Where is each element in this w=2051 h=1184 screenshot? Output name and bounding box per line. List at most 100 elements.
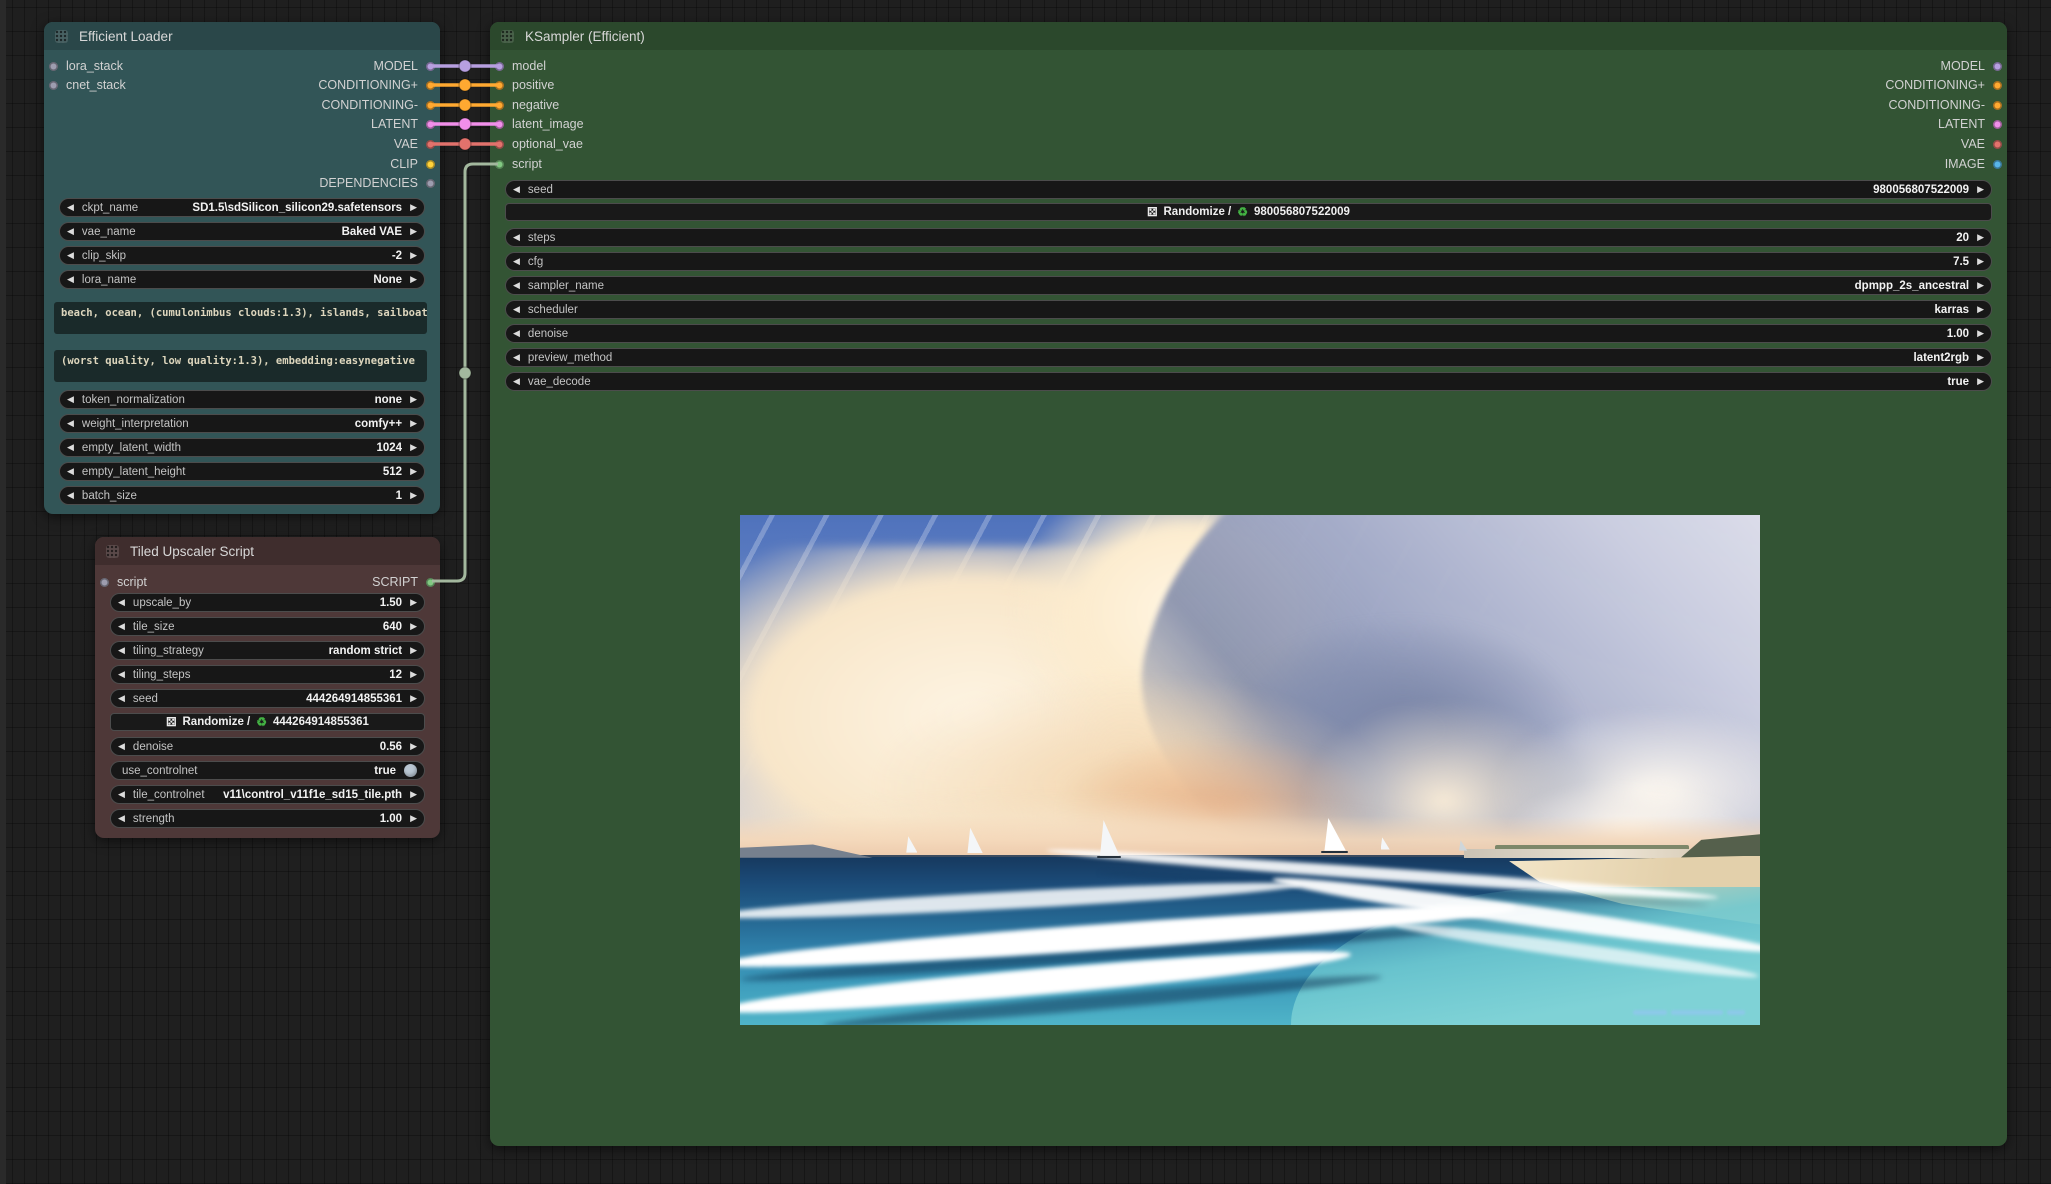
slot-dot[interactable] bbox=[426, 101, 435, 110]
output-slot-conditioning-minus[interactable]: CONDITIONING- bbox=[321, 96, 435, 114]
wire-midpoint-dot[interactable] bbox=[459, 118, 471, 130]
decrement-arrow-icon[interactable]: ◀ bbox=[67, 467, 74, 476]
output-slot-image[interactable]: IMAGE bbox=[1945, 155, 2002, 173]
slot-dot[interactable] bbox=[495, 120, 504, 129]
widget-seed[interactable]: ◀ seed 980056807522009 ▶ bbox=[505, 180, 1992, 199]
increment-arrow-icon[interactable]: ▶ bbox=[1977, 329, 1984, 338]
decrement-arrow-icon[interactable]: ◀ bbox=[118, 790, 125, 799]
widget-use-controlnet[interactable]: use_controlnet true bbox=[110, 761, 425, 780]
increment-arrow-icon[interactable]: ▶ bbox=[1977, 185, 1984, 194]
slot-dot[interactable] bbox=[426, 120, 435, 129]
output-slot-conditioning-plus[interactable]: CONDITIONING+ bbox=[1885, 76, 2002, 94]
output-slot-vae[interactable]: VAE bbox=[1961, 135, 2002, 153]
decrement-arrow-icon[interactable]: ◀ bbox=[67, 203, 74, 212]
increment-arrow-icon[interactable]: ▶ bbox=[410, 790, 417, 799]
node-header-tiled-upscaler[interactable]: Tiled Upscaler Script bbox=[95, 537, 440, 565]
widget-cfg[interactable]: ◀ cfg 7.5 ▶ bbox=[505, 252, 1992, 271]
generated-image-preview[interactable] bbox=[740, 515, 1760, 1025]
input-slot-script[interactable]: script bbox=[100, 573, 147, 591]
increment-arrow-icon[interactable]: ▶ bbox=[410, 622, 417, 631]
increment-arrow-icon[interactable]: ▶ bbox=[410, 203, 417, 212]
widget-tiling-steps[interactable]: ◀ tiling_steps 12 ▶ bbox=[110, 665, 425, 684]
output-slot-conditioning-minus[interactable]: CONDITIONING- bbox=[1888, 96, 2002, 114]
decrement-arrow-icon[interactable]: ◀ bbox=[513, 257, 520, 266]
increment-arrow-icon[interactable]: ▶ bbox=[410, 419, 417, 428]
increment-arrow-icon[interactable]: ▶ bbox=[410, 742, 417, 751]
slot-dot[interactable] bbox=[426, 578, 435, 587]
widget-vae-decode[interactable]: ◀ vae_decode true ▶ bbox=[505, 372, 1992, 391]
widget-weight-interpretation[interactable]: ◀ weight_interpretation comfy++ ▶ bbox=[59, 414, 425, 433]
slot-dot[interactable] bbox=[426, 160, 435, 169]
decrement-arrow-icon[interactable]: ◀ bbox=[67, 275, 74, 284]
increment-arrow-icon[interactable]: ▶ bbox=[410, 670, 417, 679]
slot-dot[interactable] bbox=[1993, 101, 2002, 110]
node-ksampler-efficient[interactable]: KSampler (Efficient) model positive nega… bbox=[490, 22, 2007, 1146]
slot-dot[interactable] bbox=[49, 81, 58, 90]
decrement-arrow-icon[interactable]: ◀ bbox=[513, 233, 520, 242]
output-slot-latent[interactable]: LATENT bbox=[371, 115, 435, 133]
randomize-seed-button[interactable]: ⚄ Randomize / ♻ 980056807522009 bbox=[505, 203, 1992, 221]
output-slot-clip[interactable]: CLIP bbox=[390, 155, 435, 173]
increment-arrow-icon[interactable]: ▶ bbox=[1977, 377, 1984, 386]
output-slot-latent[interactable]: LATENT bbox=[1938, 115, 2002, 133]
decrement-arrow-icon[interactable]: ◀ bbox=[513, 281, 520, 290]
collapse-icon[interactable] bbox=[55, 30, 68, 43]
widget-seed[interactable]: ◀ seed 444264914855361 ▶ bbox=[110, 689, 425, 708]
slot-dot[interactable] bbox=[1993, 62, 2002, 71]
slot-dot[interactable] bbox=[49, 62, 58, 71]
decrement-arrow-icon[interactable]: ◀ bbox=[67, 251, 74, 260]
negative-prompt-textarea[interactable]: (worst quality, low quality:1.3), embedd… bbox=[54, 350, 427, 382]
slot-dot[interactable] bbox=[1993, 140, 2002, 149]
node-header-ksampler[interactable]: KSampler (Efficient) bbox=[490, 22, 2007, 50]
widget-batch-size[interactable]: ◀ batch_size 1 ▶ bbox=[59, 486, 425, 505]
slot-dot[interactable] bbox=[426, 62, 435, 71]
increment-arrow-icon[interactable]: ▶ bbox=[410, 275, 417, 284]
decrement-arrow-icon[interactable]: ◀ bbox=[118, 646, 125, 655]
slot-dot[interactable] bbox=[495, 62, 504, 71]
decrement-arrow-icon[interactable]: ◀ bbox=[118, 670, 125, 679]
increment-arrow-icon[interactable]: ▶ bbox=[1977, 305, 1984, 314]
widget-empty-latent-height[interactable]: ◀ empty_latent_height 512 ▶ bbox=[59, 462, 425, 481]
widget-token-normalization[interactable]: ◀ token_normalization none ▶ bbox=[59, 390, 425, 409]
wire-midpoint-dot[interactable] bbox=[459, 367, 471, 379]
increment-arrow-icon[interactable]: ▶ bbox=[1977, 281, 1984, 290]
randomize-seed-button[interactable]: ⚄ Randomize / ♻ 444264914855361 bbox=[110, 713, 425, 731]
widget-empty-latent-width[interactable]: ◀ empty_latent_width 1024 ▶ bbox=[59, 438, 425, 457]
slot-dot[interactable] bbox=[426, 179, 435, 188]
positive-prompt-textarea[interactable]: beach, ocean, (cumulonimbus clouds:1.3),… bbox=[54, 302, 427, 334]
decrement-arrow-icon[interactable]: ◀ bbox=[118, 622, 125, 631]
slot-dot[interactable] bbox=[495, 140, 504, 149]
widget-sampler-name[interactable]: ◀ sampler_name dpmpp_2s_ancestral ▶ bbox=[505, 276, 1992, 295]
widget-scheduler[interactable]: ◀ scheduler karras ▶ bbox=[505, 300, 1992, 319]
increment-arrow-icon[interactable]: ▶ bbox=[410, 443, 417, 452]
increment-arrow-icon[interactable]: ▶ bbox=[410, 491, 417, 500]
wire-midpoint-dot[interactable] bbox=[459, 60, 471, 72]
decrement-arrow-icon[interactable]: ◀ bbox=[67, 395, 74, 404]
decrement-arrow-icon[interactable]: ◀ bbox=[118, 694, 125, 703]
slot-dot[interactable] bbox=[495, 101, 504, 110]
input-slot-lora-stack[interactable]: lora_stack bbox=[49, 57, 123, 75]
increment-arrow-icon[interactable]: ▶ bbox=[410, 646, 417, 655]
slot-dot[interactable] bbox=[1993, 120, 2002, 129]
widget-strength[interactable]: ◀ strength 1.00 ▶ bbox=[110, 809, 425, 828]
widget-ckpt-name[interactable]: ◀ ckpt_name SD1.5\sdSilicon_silicon29.sa… bbox=[59, 198, 425, 217]
input-slot-negative[interactable]: negative bbox=[495, 96, 559, 114]
slot-dot[interactable] bbox=[1993, 81, 2002, 90]
input-slot-cnet-stack[interactable]: cnet_stack bbox=[49, 76, 126, 94]
output-slot-conditioning-plus[interactable]: CONDITIONING+ bbox=[318, 76, 435, 94]
output-slot-model[interactable]: MODEL bbox=[374, 57, 435, 75]
increment-arrow-icon[interactable]: ▶ bbox=[410, 227, 417, 236]
decrement-arrow-icon[interactable]: ◀ bbox=[118, 814, 125, 823]
increment-arrow-icon[interactable]: ▶ bbox=[410, 395, 417, 404]
widget-tile-controlnet[interactable]: ◀ tile_controlnet v11\control_v11f1e_sd1… bbox=[110, 785, 425, 804]
widget-steps[interactable]: ◀ steps 20 ▶ bbox=[505, 228, 1992, 247]
increment-arrow-icon[interactable]: ▶ bbox=[410, 814, 417, 823]
decrement-arrow-icon[interactable]: ◀ bbox=[67, 491, 74, 500]
decrement-arrow-icon[interactable]: ◀ bbox=[513, 305, 520, 314]
decrement-arrow-icon[interactable]: ◀ bbox=[67, 419, 74, 428]
input-slot-positive[interactable]: positive bbox=[495, 76, 554, 94]
widget-lora-name[interactable]: ◀ lora_name None ▶ bbox=[59, 270, 425, 289]
decrement-arrow-icon[interactable]: ◀ bbox=[118, 598, 125, 607]
output-slot-dependencies[interactable]: DEPENDENCIES bbox=[319, 174, 435, 192]
decrement-arrow-icon[interactable]: ◀ bbox=[513, 185, 520, 194]
